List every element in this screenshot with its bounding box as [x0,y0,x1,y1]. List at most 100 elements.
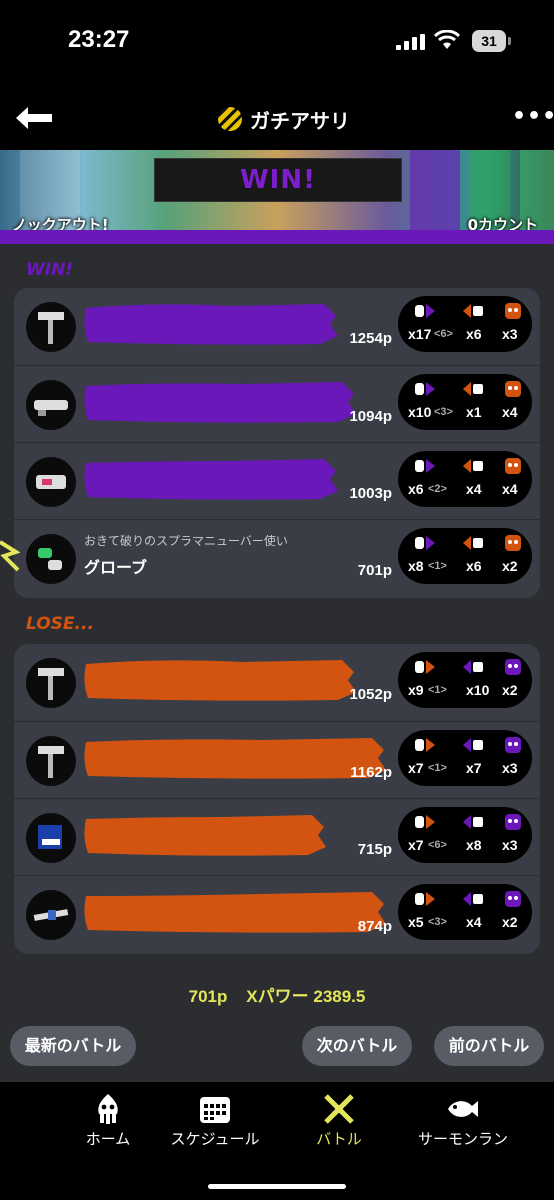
battle-nav-bar: 最新のバトル 次のバトル 前のバトル [0,1012,554,1082]
battery-tip [508,37,511,45]
assist-count: <3> [434,406,453,418]
kill-count: x7 [408,837,424,853]
status-bar: 23:27 31 [0,0,554,90]
special-icon [462,658,484,676]
special-icon [462,457,484,475]
player-row[interactable]: 1052p x9 <1> x10 x2 [14,644,540,721]
weapon-icon [26,736,76,786]
summary-xpower: Xパワー 2389.5 [246,987,366,1006]
special-icon [462,890,484,908]
result-text: WIN! [154,158,402,202]
player-stats: x17 <6> x6 x3 [398,296,532,352]
more-icon[interactable]: ••• [512,104,554,129]
cellular-signal-icon [396,34,425,50]
paint-bar [84,815,327,856]
assist-count: <6> [428,839,447,851]
special-count: x8 [466,837,482,853]
tab-bar: ホーム スケジュール バトル サーモンラン [0,1082,554,1200]
weapon-icon [26,890,76,940]
kill-count: x5 [408,914,424,930]
tab-battle-label: バトル [316,1130,362,1148]
player-points: 1003p [349,485,392,502]
player-row[interactable]: おきて破りのスプラマニューバー使い グローブ 701p x8 <1> x6 x2 [14,519,540,597]
battery-indicator: 31 [472,30,506,52]
banner-stripe [0,230,554,244]
player-row[interactable]: 715p x7 <6> x8 x3 [14,798,540,876]
player-points: 715p [357,841,392,858]
tab-salmon-run[interactable]: サーモンラン [408,1092,518,1149]
tab-home[interactable]: ホーム [53,1092,163,1149]
special-count: x6 [466,326,482,342]
win-team-label: WIN! [26,260,74,280]
assist-count: <1> [428,684,447,696]
mode-name: ガチアサリ [250,108,350,133]
weapon-icon [26,380,76,430]
special-icon [462,380,484,398]
player-row[interactable]: 1003p x6 <2> x4 x4 [14,442,540,520]
assist-count: <1> [428,560,447,572]
prev-battle-button[interactable]: 前のバトル [434,1026,544,1066]
kill-icon [414,890,436,908]
player-points: 1254p [349,330,392,347]
self-marker-icon [0,540,20,572]
player-name: グローブ [84,558,148,577]
kill-count: x6 [408,481,424,497]
scoreboard: WIN! 1254p x17 <6> x6 x3 1094p x10 <3> x1 x4 1003p… [0,244,554,1012]
paint-bar [84,304,339,345]
mode-title: ガチアサリ [218,104,350,134]
player-stats: x9 <1> x10 x2 [398,652,532,708]
special-count: x4 [466,481,482,497]
kill-icon [414,534,436,552]
paint-bar [84,738,387,779]
battle-icon [324,1094,354,1124]
player-row[interactable]: 1162p x7 <1> x7 x3 [14,721,540,799]
death-count: x2 [502,914,518,930]
kill-count: x9 [408,682,424,698]
assist-count: <2> [428,483,447,495]
calendar-icon [200,1097,230,1123]
death-icon [502,534,524,552]
wifi-icon [434,30,460,49]
tab-salmon-run-label: サーモンラン [417,1130,508,1148]
death-icon [502,890,524,908]
paint-bar [84,892,387,933]
kill-icon [414,658,436,676]
player-row[interactable]: 874p x5 <3> x4 x2 [14,875,540,953]
kill-count: x17 [408,326,432,342]
death-icon [502,302,524,320]
kill-count: x8 [408,558,424,574]
paint-bar [84,382,357,423]
back-arrow-icon[interactable] [14,104,54,132]
player-points: 1094p [349,408,392,425]
latest-battle-button[interactable]: 最新のバトル [10,1026,136,1066]
next-battle-button[interactable]: 次のバトル [302,1026,412,1066]
player-stats: x8 <1> x6 x2 [398,528,532,584]
player-row[interactable]: 1094p x10 <3> x1 x4 [14,365,540,443]
death-icon [502,813,524,831]
special-count: x7 [466,760,482,776]
assist-count: <6> [434,328,453,340]
kill-count: x10 [408,404,432,420]
weapon-icon [26,534,76,584]
player-stats: x5 <3> x4 x2 [398,884,532,940]
assist-count: <3> [428,916,447,928]
death-count: x3 [502,837,518,853]
death-icon [502,658,524,676]
weapon-icon [26,813,76,863]
player-title: おきて破りのスプラマニューバー使い [84,534,288,548]
clam-blitz-icon [218,107,242,131]
kill-icon [414,380,436,398]
paint-bar [84,459,339,500]
assist-count: <1> [428,762,447,774]
nav-bar: ガチアサリ ••• [0,90,554,150]
player-stats: x6 <2> x4 x4 [398,451,532,507]
weapon-icon [26,302,76,352]
player-row[interactable]: 1254p x17 <6> x6 x3 [14,288,540,365]
kill-count: x7 [408,760,424,776]
death-count: x2 [502,558,518,574]
special-icon [462,736,484,754]
tab-battle[interactable]: バトル [284,1092,394,1149]
tab-schedule[interactable]: スケジュール [160,1092,270,1149]
kill-icon [414,813,436,831]
death-count: x4 [502,404,518,420]
